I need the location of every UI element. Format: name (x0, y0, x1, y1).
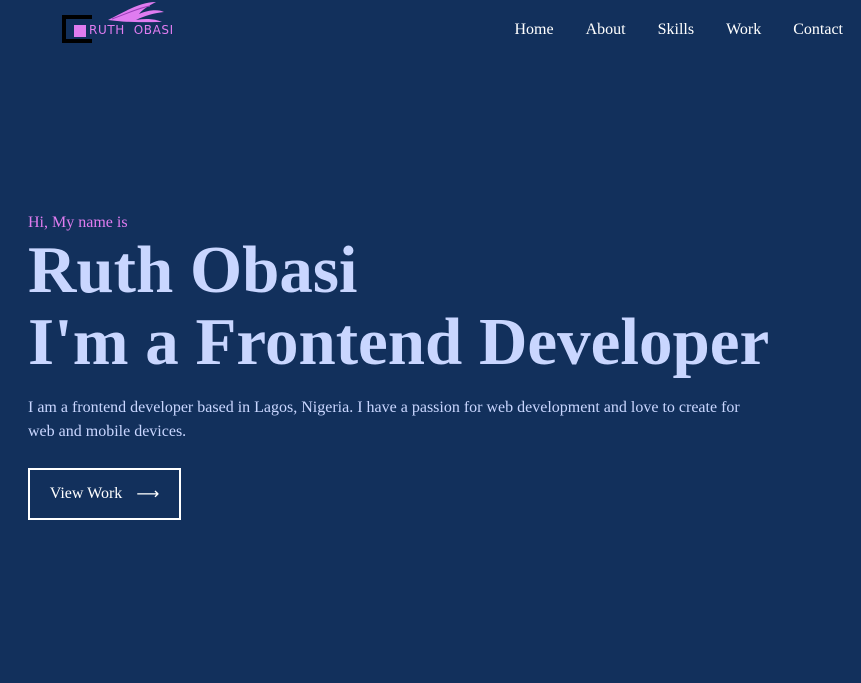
nav-link-work[interactable]: Work (726, 21, 761, 39)
logo-text: RUTH OBASI (89, 23, 174, 37)
view-work-button[interactable]: View Work ⟶ (28, 468, 181, 520)
hero-role: I'm a Frontend Developer (28, 305, 770, 379)
arrow-right-icon: ⟶ (136, 484, 160, 503)
nav-link-home[interactable]: Home (515, 21, 554, 39)
nav-link-contact[interactable]: Contact (793, 21, 843, 39)
nav-link-about[interactable]: About (586, 21, 626, 39)
nav-link-skills[interactable]: Skills (658, 21, 694, 39)
view-work-label: View Work (49, 485, 123, 502)
hero-intro: Hi, My name is (28, 214, 128, 231)
site-header: RUTH OBASI Home About Skills Work Contac… (0, 0, 861, 62)
logo[interactable]: RUTH OBASI (60, 0, 180, 52)
logo-square-icon (74, 25, 86, 37)
hero-name: Ruth Obasi (28, 233, 358, 307)
main-nav: Home About Skills Work Contact (515, 21, 844, 39)
hero-headline: Ruth Obasi I'm a Frontend Developer (28, 234, 769, 378)
hero-description: I am a frontend developer based in Lagos… (28, 399, 740, 440)
